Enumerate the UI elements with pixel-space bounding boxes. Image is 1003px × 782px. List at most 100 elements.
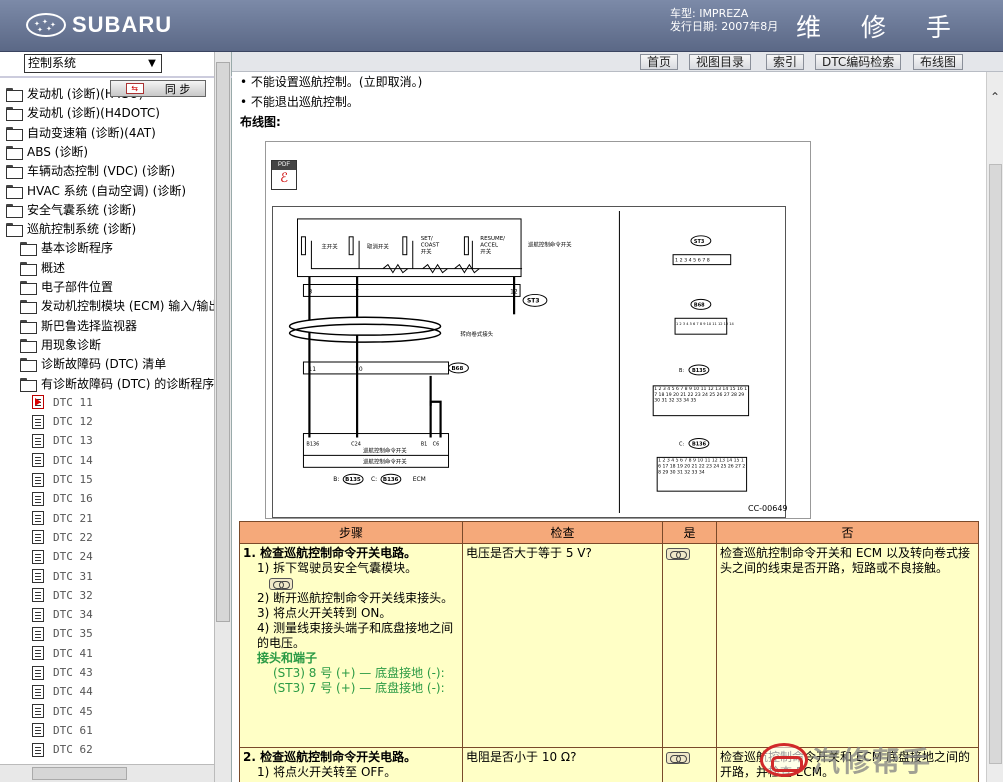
b68-label: B68 [452,366,464,372]
step-line: 3) 将点火开关转到 ON。 [257,606,392,620]
tree-folder-item[interactable]: 巡航控制系统 (诊断) [6,219,136,238]
system-select-value: 控制系统 [28,56,77,70]
page-icon [32,414,44,429]
car-logo-icon [760,743,808,777]
pin-10-label: 10 [355,366,363,373]
tree-folder-item[interactable]: 有诊断故障码 (DTC) 的诊断程序 [20,374,214,393]
tree-folder-item[interactable]: 用现象诊断 [20,335,101,354]
tree-item-dtc[interactable]: DTC 31 [32,567,93,586]
tree-item-dtc[interactable]: DTC 32 [32,586,93,605]
tree-item-label: DTC 34 [53,608,93,622]
tree-item-dtc[interactable]: DTC 45 [32,702,93,721]
tree-item-dtc[interactable]: DTC 12 [32,412,93,431]
page-icon [32,453,44,468]
tree-item-dtc[interactable]: DTC 21 [32,509,93,528]
page-icon [32,607,44,622]
tree-item-dtc[interactable]: DTC 13 [32,431,93,450]
page-icon [32,511,44,526]
scroll-up-icon[interactable]: ⌃ [990,90,1000,104]
tree-item-dtc[interactable]: DTC 11 [32,393,93,412]
folder-icon [20,377,37,392]
wiring-button[interactable]: 布线图 [913,54,964,70]
tree-item-label: 斯巴鲁选择监视器 [41,318,138,333]
link-icon[interactable] [666,751,690,764]
tree-item-dtc[interactable]: DTC 43 [32,663,93,682]
tree-vertical-scrollbar[interactable] [214,52,231,782]
tree-item-label: 诊断故障码 (DTC) 清单 [41,357,167,372]
tree-item-dtc[interactable]: DTC 35 [32,624,93,643]
table-header-row: 步骤 检查 是 否 [239,521,979,544]
scrollbar-thumb[interactable] [216,62,230,622]
tree-horizontal-scrollbar[interactable] [0,764,214,782]
sync-button[interactable]: ⇆ 同 步 [110,80,206,97]
tree-folder-item[interactable]: 车辆动态控制 (VDC) (诊断) [6,161,175,180]
tree-item-dtc[interactable]: DTC 41 [32,644,93,663]
step-title: 2. 检查巡航控制命令开关电路。 [243,750,417,764]
scrollbar-thumb[interactable] [989,164,1002,764]
tree-folder-item[interactable]: 自动变速箱 (诊断)(4AT) [6,123,156,142]
tree-item-label: DTC 44 [53,685,93,699]
tree-folder-item[interactable]: HVAC 系统 (自动空调) (诊断) [6,181,186,200]
tree-folder-item[interactable]: 安全气囊系统 (诊断) [6,200,136,219]
bullet-text: • 不能设置巡航控制。(立即取消。) [240,75,423,89]
tree-item-label: DTC 24 [53,550,93,564]
tree-item-dtc[interactable]: DTC 24 [32,547,93,566]
page-icon [32,530,44,545]
tree-item-dtc[interactable]: DTC 22 [32,528,93,547]
content-vertical-scrollbar[interactable]: ⌃ [986,72,1003,782]
tree-item-dtc[interactable]: DTC 44 [32,682,93,701]
tree-item-dtc[interactable]: DTC 15 [32,470,93,489]
pdf-icon[interactable]: PDF ℰ [271,160,297,190]
step-title: 1. 检查巡航控制命令开关电路。 [243,546,417,560]
wiring-schematic: 主开关 取消开关 SET/ COAST 开关 RESUME/ ACCEL 开关 … [272,206,786,518]
no-cell: 检查巡航控制命令开关和 ECM 以及转向卷式接头之间的线束是否开路，短路或不良接… [716,543,979,748]
tree-folder-item[interactable]: ABS (诊断) [6,142,88,161]
header-bar: ✦ ✦ ✦ ✦ ✦ SUBARU 车型: IMPREZA 发行日期: 2007年8月 维… [0,0,1003,78]
page-icon [32,665,44,680]
tree-folder-item[interactable]: 发动机 (诊断)(H4DOTC) [6,103,160,122]
c-label: C: [371,476,377,483]
dtc-search-button[interactable]: DTC编码检索 [815,54,902,70]
ecm-pin: B1 [421,441,428,447]
link-icon[interactable] [269,577,293,590]
page-icon [32,549,44,564]
link-icon[interactable] [666,547,690,560]
yes-cell [662,543,717,748]
view-index-button[interactable]: 视图目录 [689,54,752,70]
page-icon [32,588,44,603]
tree-item-dtc[interactable]: DTC 61 [32,721,93,740]
resume-switch-label-1: RESUME/ [480,236,505,242]
tree-item-dtc[interactable]: DTC 14 [32,451,93,470]
tree-folder-item[interactable]: 发动机控制模块 (ECM) 输入/输出 [20,296,214,315]
step-line: 1) 拆下驾驶员安全气囊模块。 [257,561,418,575]
b-label: B: [333,476,339,483]
step-cell: 1. 检查巡航控制命令开关电路。 1) 拆下驾驶员安全气囊模块。 2) 断开巡航… [239,543,463,748]
tree-item-label: 安全气囊系统 (诊断) [27,202,137,217]
home-button[interactable]: 首页 [640,54,679,70]
tree-folder-item[interactable]: 诊断故障码 (DTC) 清单 [20,354,166,373]
folder-icon [20,357,37,373]
folder-icon [6,184,23,199]
resume-switch-label-2: ACCEL [480,243,499,249]
b136-label: B136 [383,477,399,483]
model-info: 车型: IMPREZA 发行日期: 2007年8月 [670,7,778,33]
tree-folder-item[interactable]: 斯巴鲁选择监视器 [20,316,137,335]
folder-icon [6,164,23,180]
system-select[interactable]: 控制系统 ▼ [24,54,162,73]
connector-terminal-heading: 接头和端子 [257,651,318,665]
chevron-down-icon[interactable]: ▼ [145,56,159,71]
tree-folder-item[interactable]: 基本诊断程序 [20,238,113,257]
divider [0,76,232,78]
navigation-panel: 控制系统 ▼ 发动机 (诊断)(H4SO) 发动机 (诊断)(H4DOTC) 自动变… [0,52,232,782]
tree-folder-item[interactable]: 电子部件位置 [20,277,113,296]
tree-item-dtc[interactable]: DTC 16 [32,489,93,508]
tree-folder-item[interactable]: 概述 [20,258,65,277]
tree-item-dtc[interactable]: DTC 62 [32,740,93,759]
page-icon [32,491,44,506]
tree-item-dtc[interactable]: DTC 34 [32,605,93,624]
search-index-button[interactable]: 索引 [766,54,805,70]
folder-icon [20,241,37,257]
tree-item-label: 自动变速箱 (诊断)(4AT) [27,125,156,140]
page-icon [32,742,44,757]
scrollbar-thumb[interactable] [32,767,127,780]
